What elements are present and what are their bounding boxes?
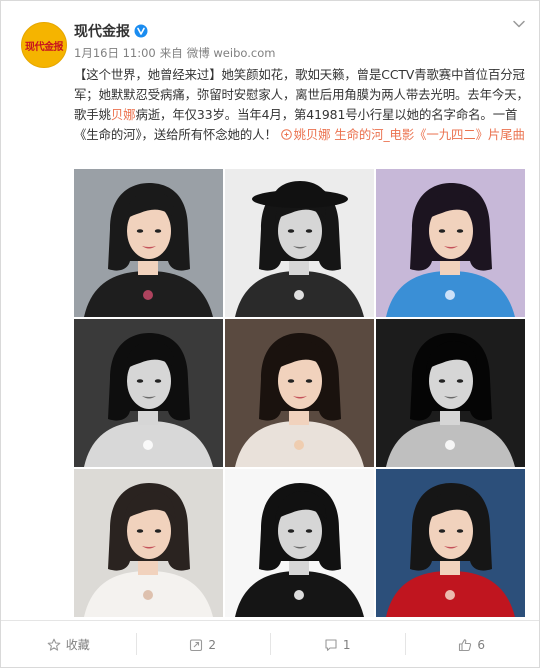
photo-2[interactable] [225, 169, 374, 317]
favorite-label: 收藏 [65, 638, 90, 652]
chevron-down-icon[interactable] [512, 17, 526, 31]
portrait-illustration [225, 319, 374, 467]
portrait-illustration [225, 469, 374, 617]
photo-6[interactable] [376, 319, 525, 467]
photo-4[interactable] [74, 319, 223, 467]
repost-count: 2 [208, 637, 217, 652]
portrait-illustration [74, 169, 223, 317]
portrait-illustration [376, 319, 525, 467]
photo-8[interactable] [225, 469, 374, 617]
portrait-illustration [376, 169, 525, 317]
portrait-illustration [74, 469, 223, 617]
music-link-text: 姚贝娜 生命的河_电影《一九四二》片尾曲 [293, 127, 525, 142]
photo-1[interactable] [74, 169, 223, 317]
verified-badge-icon [134, 24, 148, 38]
account-name-row: 现代金报 [74, 21, 148, 41]
like-button[interactable]: 6 [404, 621, 540, 668]
action-bar: 收藏 2 1 6 [1, 620, 539, 668]
star-icon [47, 638, 61, 651]
post-content: 【这个世界，她曾经来过】她笑颜如花，歌如天籁，曾是CCTV青歌赛中首位百分冠军；… [74, 65, 534, 145]
weibo-post-card: 现代金报 现代金报 1月16日 11:00 来自 微博 weibo.com 【这个世… [0, 0, 540, 668]
comment-button[interactable]: 1 [270, 621, 405, 668]
post-source[interactable]: 微博 weibo.com [187, 46, 276, 60]
thumbs-up-icon [459, 638, 472, 651]
link-icon [280, 129, 292, 140]
photo-9[interactable] [376, 469, 525, 617]
repost-icon [190, 638, 203, 651]
photo-5[interactable] [225, 319, 374, 467]
account-name[interactable]: 现代金报 [74, 21, 130, 41]
post-date[interactable]: 1月16日 11:00 [74, 46, 156, 60]
source-prefix: 来自 [159, 46, 183, 60]
portrait-illustration [74, 319, 223, 467]
portrait-illustration [376, 469, 525, 617]
like-count: 6 [477, 637, 486, 652]
post-meta: 1月16日 11:00 来自 微博 weibo.com [74, 45, 279, 61]
music-link[interactable]: 姚贝娜 生命的河_电影《一九四二》片尾曲 [280, 127, 525, 142]
portrait-illustration [225, 169, 374, 317]
repost-button[interactable]: 2 [135, 621, 271, 668]
avatar-logo-text: 现代金报 [25, 41, 64, 53]
photo-7[interactable] [74, 469, 223, 617]
photo-3[interactable] [376, 169, 525, 317]
favorite-button[interactable]: 收藏 [1, 621, 136, 668]
account-avatar[interactable]: 现代金报 [21, 22, 67, 68]
comment-icon [325, 638, 337, 651]
post-text-highlight: 贝娜 [110, 107, 136, 122]
comment-count: 1 [342, 637, 351, 652]
